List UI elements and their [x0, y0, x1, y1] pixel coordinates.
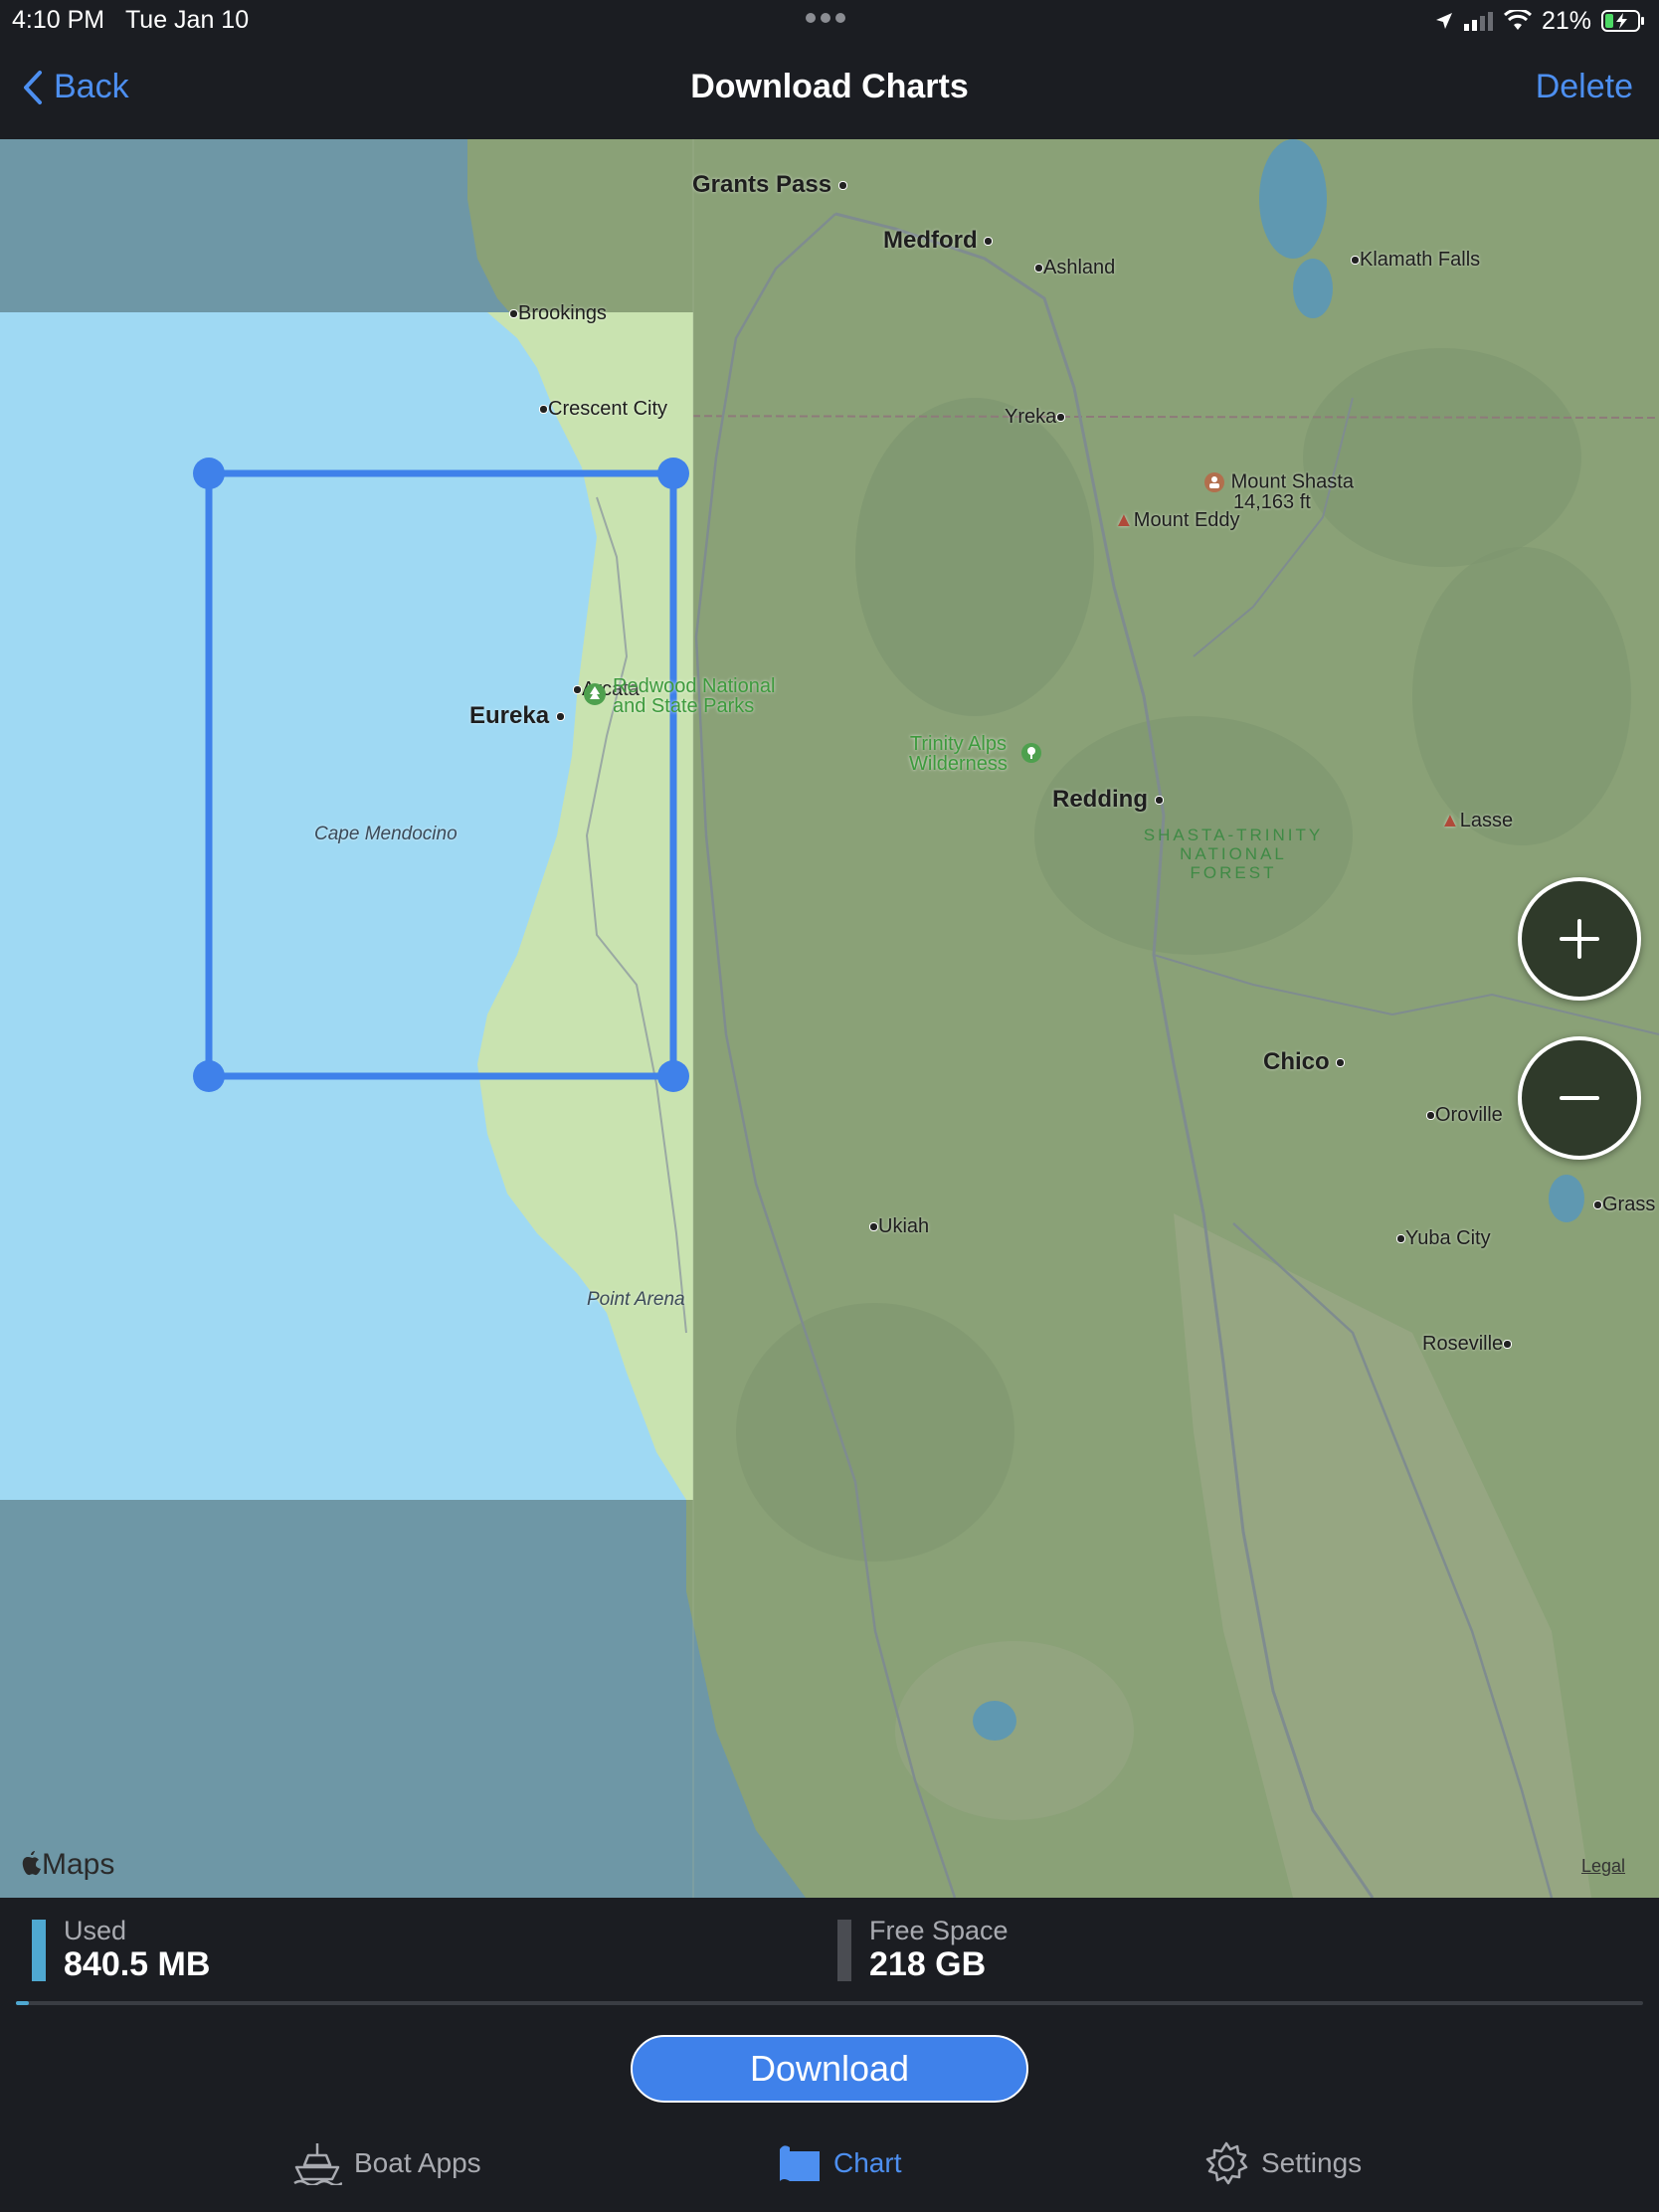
map-label-roseville: Roseville: [1422, 1333, 1513, 1356]
chart-map-icon: [780, 2145, 820, 2181]
location-arrow-icon: [1435, 13, 1452, 29]
map-label-grass: Grass: [1593, 1194, 1655, 1216]
map-label-mount-eddy: ▲Mount Eddy: [1114, 509, 1240, 531]
map-label-ashland: Ashland: [1034, 257, 1115, 279]
apple-maps-attribution: Maps: [20, 1848, 114, 1882]
free-color-swatch: [837, 1920, 851, 1981]
used-value: 840.5 MB: [64, 1945, 211, 1983]
storage-progress-fill: [16, 2001, 30, 2005]
tree-icon: [1021, 743, 1041, 763]
tab-settings-label: Settings: [1261, 2147, 1363, 2178]
status-time: 4:10 PM Tue Jan 10: [12, 6, 250, 34]
selection-handle-top-left[interactable]: [193, 458, 225, 489]
map-label-yreka: Yreka: [1005, 406, 1066, 429]
selection-handle-top-right[interactable]: [657, 458, 689, 489]
map-label-crescent-city: Crescent City: [539, 398, 667, 421]
map-label-chico: Chico: [1263, 1048, 1346, 1076]
mountain-peak-icon: [1204, 472, 1224, 492]
tab-boat-apps-label: Boat Apps: [354, 2147, 481, 2178]
free-value: 218 GB: [869, 1945, 987, 1983]
map-label-redding: Redding: [1052, 786, 1164, 814]
storage-panel: Used 840.5 MB Free Space 218 GB: [0, 1898, 1659, 2009]
minus-icon: [1560, 1096, 1599, 1100]
status-icons: 21%: [1434, 6, 1645, 36]
delete-button[interactable]: Delete: [1536, 68, 1633, 106]
selection-handle-bottom-right[interactable]: [657, 1060, 689, 1092]
map-label-grants-pass: Grants Pass: [692, 171, 847, 199]
map-label-cape-mendocino: Cape Mendocino: [314, 824, 458, 844]
tab-chart[interactable]: Chart: [778, 2138, 901, 2188]
boat-icon: [293, 2143, 342, 2185]
map-label-yuba-city: Yuba City: [1396, 1227, 1491, 1250]
multitasking-dots-icon[interactable]: [806, 10, 853, 23]
nav-bar: Back Download Charts Delete: [0, 40, 1659, 140]
status-bar: 4:10 PM Tue Jan 10 21%: [0, 0, 1659, 40]
map-label-brookings: Brookings: [509, 302, 607, 325]
free-label: Free Space: [869, 1916, 1009, 1945]
download-button[interactable]: Download: [631, 2035, 1028, 2103]
map-label-shasta-trinity-forest: SHASTA-TRINITY NATIONAL FOREST: [1143, 826, 1324, 882]
tab-chart-label: Chart: [833, 2147, 902, 2178]
tab-settings[interactable]: Settings: [1203, 2138, 1362, 2188]
apple-logo-icon: [22, 1851, 41, 1876]
map-label-eureka: Eureka: [469, 702, 565, 730]
battery-charging-icon: [1601, 10, 1644, 32]
plus-icon: [1560, 919, 1599, 959]
map-label-ukiah: Ukiah: [869, 1215, 929, 1238]
map-label-oroville: Oroville: [1426, 1104, 1503, 1127]
map-label-medford: Medford: [883, 227, 994, 255]
map-label-mount-shasta: Mount Shasta 14,163 ft: [1203, 471, 1354, 512]
map-label-klamath-falls: Klamath Falls: [1351, 249, 1480, 272]
legal-link[interactable]: Legal: [1581, 1856, 1625, 1877]
tab-boat-apps[interactable]: Boat Apps: [292, 2138, 481, 2188]
page-title: Download Charts: [690, 68, 969, 105]
map-label-point-arena: Point Arena: [587, 1289, 685, 1310]
tab-bar: Boat Apps Chart Settings: [0, 2119, 1659, 2212]
map-view[interactable]: Grants Pass Medford Ashland Klamath Fall…: [0, 139, 1659, 1898]
zoom-out-button[interactable]: [1518, 1036, 1641, 1160]
map-canvas[interactable]: [0, 139, 1659, 1898]
wifi-icon: [1503, 10, 1532, 30]
storage-progress-bar: [16, 2001, 1643, 2005]
used-color-swatch: [32, 1920, 46, 1981]
map-label-lassen: ▲Lasse: [1440, 810, 1514, 831]
selection-handle-bottom-left[interactable]: [193, 1060, 225, 1092]
map-label-redwood-park: Redwood National and State Parks: [583, 676, 775, 716]
tree-icon: [584, 683, 606, 705]
map-label-trinity-alps: Trinity Alps Wilderness: [909, 734, 1041, 774]
battery-percent: 21%: [1541, 6, 1591, 35]
used-label: Used: [64, 1916, 127, 1945]
gear-icon: [1205, 2141, 1248, 2185]
zoom-in-button[interactable]: [1518, 877, 1641, 1001]
cellular-signal-icon: [1463, 12, 1493, 31]
